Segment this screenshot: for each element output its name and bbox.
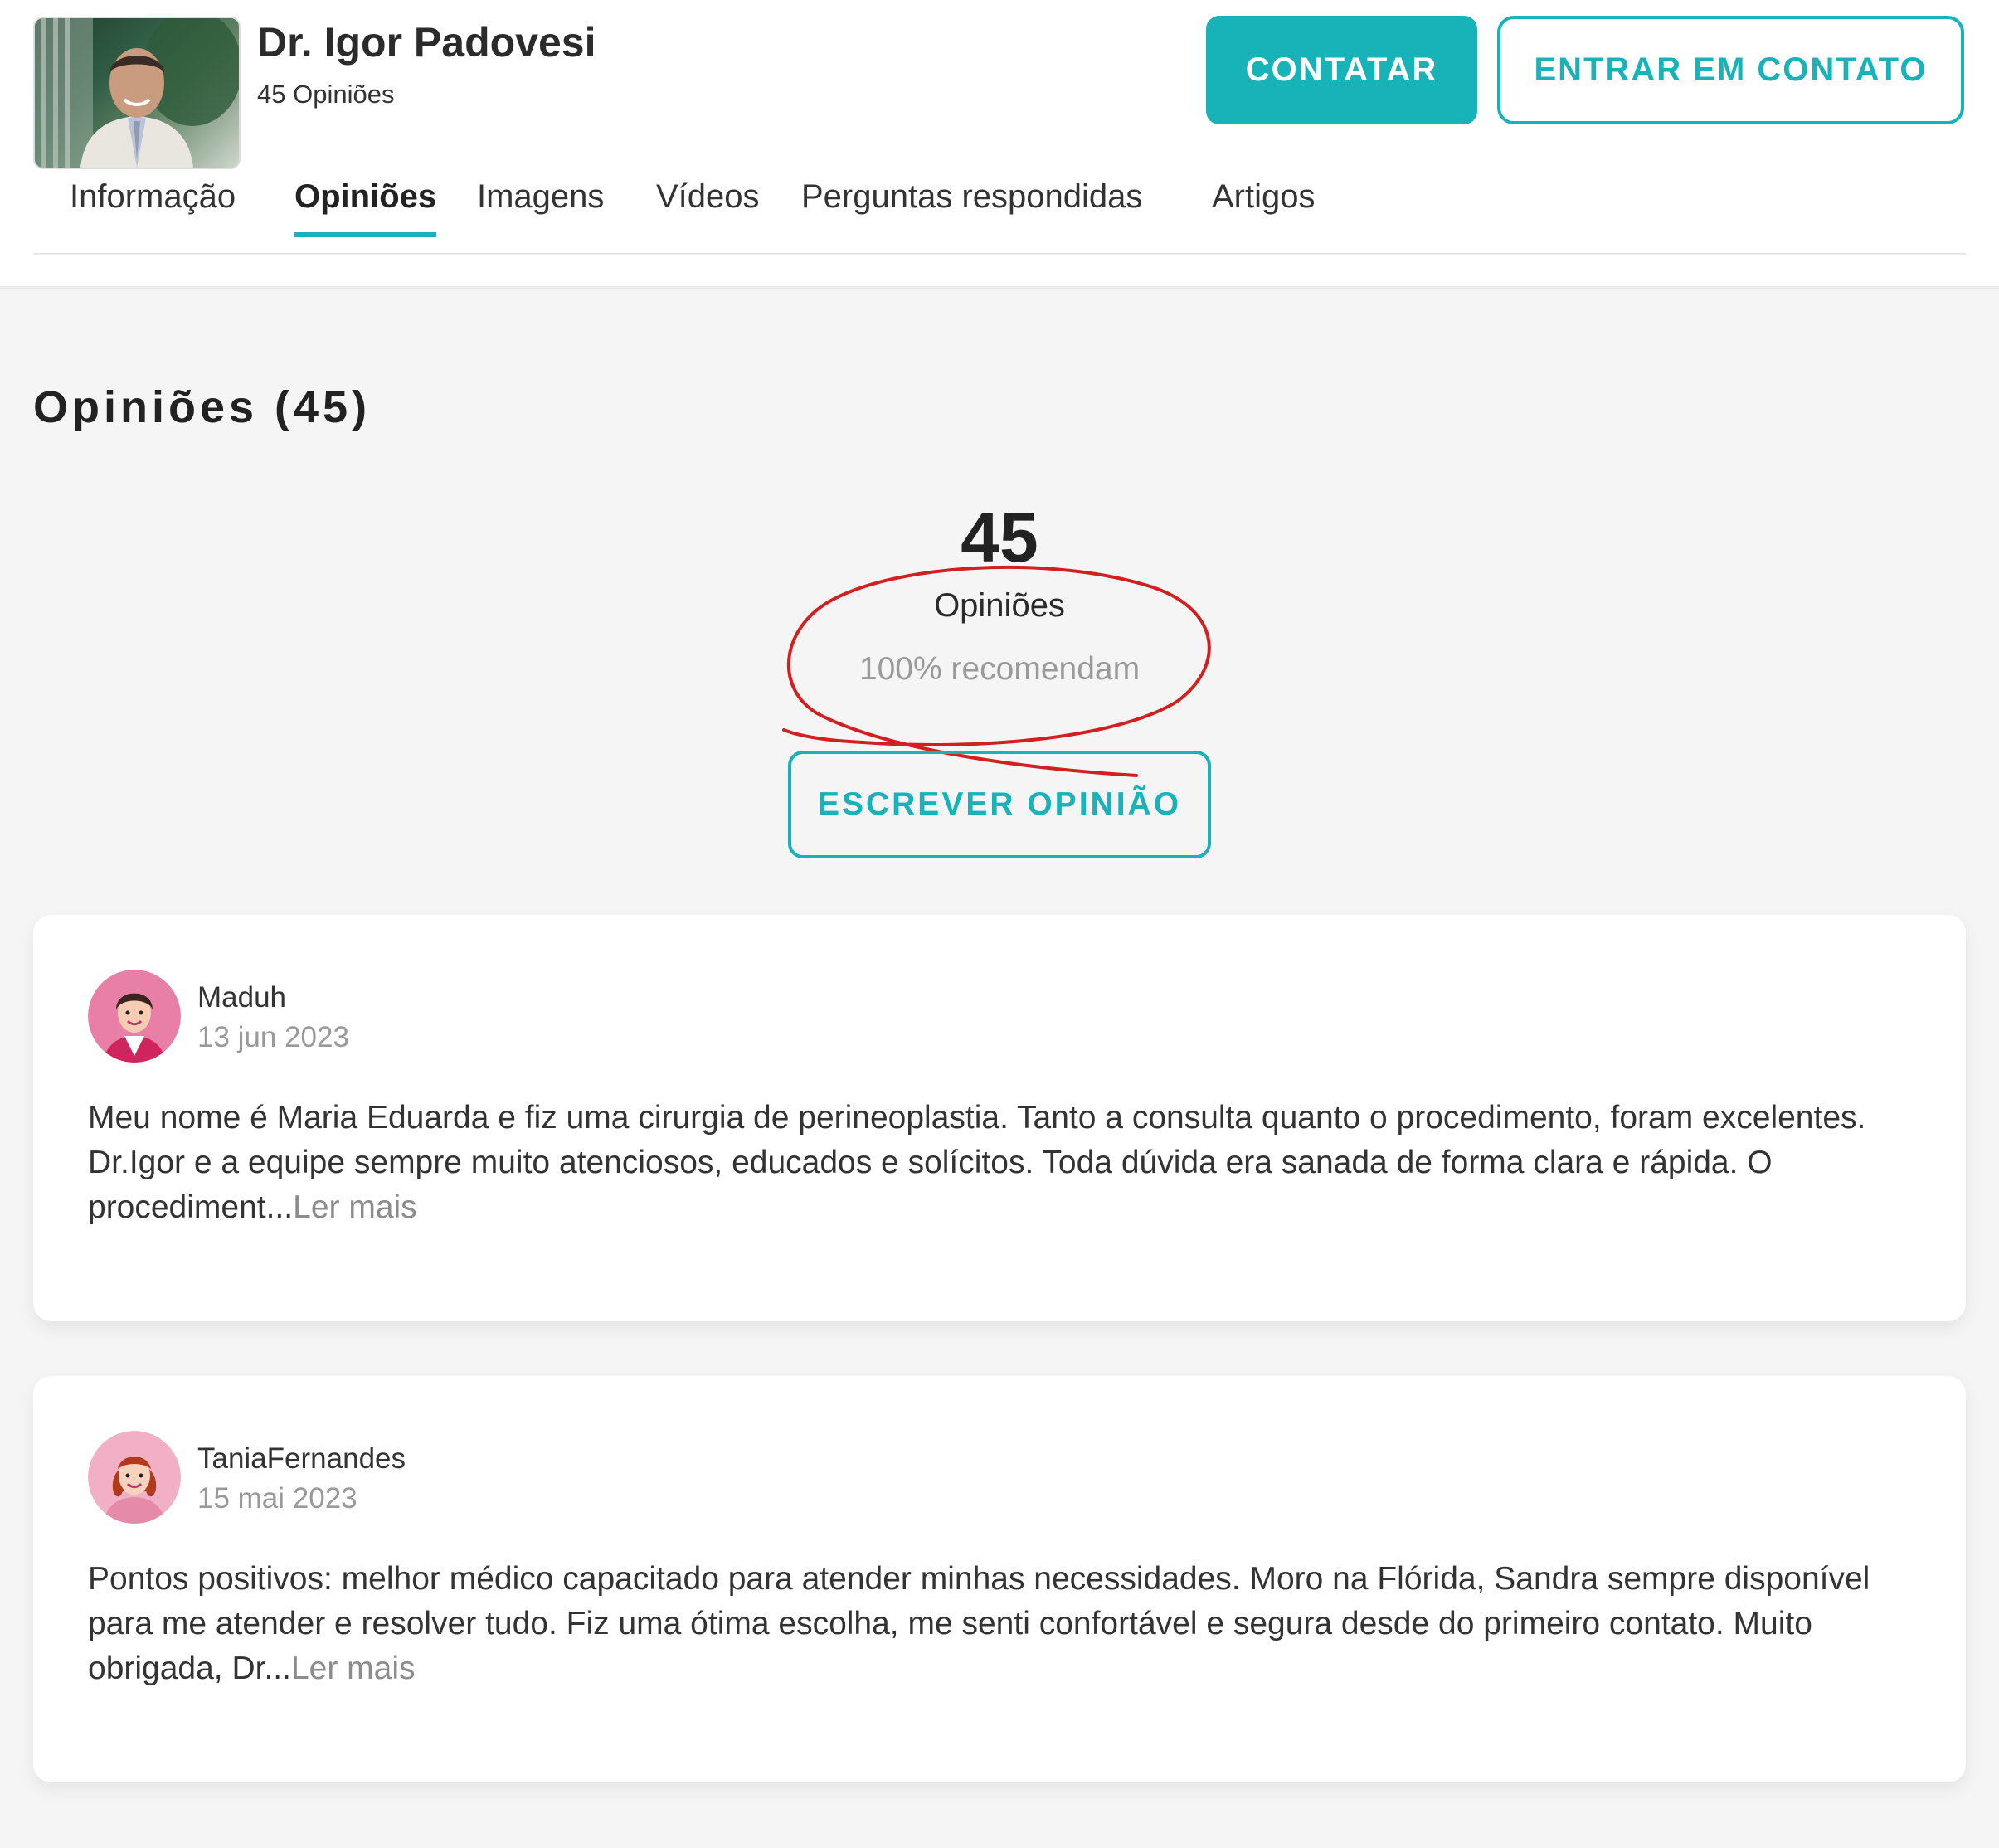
tab-informacao[interactable]: Informação (70, 178, 236, 232)
review-card: TaniaFernandes 15 mai 2023 Pontos positi… (33, 1376, 1966, 1782)
review-date: 13 jun 2023 (197, 1021, 349, 1053)
review-card: Maduh 13 jun 2023 Meu nome é Maria Eduar… (33, 915, 1966, 1321)
review-author: Maduh (197, 981, 287, 1014)
review-date: 15 mai 2023 (197, 1482, 357, 1515)
contact-button[interactable]: CONTATAR (1206, 16, 1477, 124)
tab-videos[interactable]: Vídeos (656, 178, 760, 232)
doctor-photo[interactable] (33, 17, 241, 169)
profile-tabs: Informação Opiniões Imagens Vídeos Pergu… (33, 178, 1966, 255)
profile-header: Dr. Igor Padovesi 45 Opiniões CONTATAR E… (0, 0, 1999, 289)
recommend-percentage: 100% recomendam (858, 651, 1141, 687)
doctor-review-count[interactable]: 45 Opiniões (257, 80, 394, 109)
summary-count: 45 (961, 498, 1038, 576)
review-text-block: Meu nome é Maria Eduarda e fiz uma cirur… (88, 1096, 1913, 1230)
tab-perguntas-respondidas[interactable]: Perguntas respondidas (801, 178, 1142, 232)
get-in-touch-button[interactable]: ENTRAR EM CONTATO (1497, 16, 1964, 124)
review-author: TaniaFernandes (197, 1442, 406, 1475)
write-review-button[interactable]: ESCREVER OPINIÃO (788, 751, 1211, 858)
doctor-name: Dr. Igor Padovesi (257, 19, 596, 66)
user-avatar (88, 970, 181, 1063)
user-avatar-illustration (88, 1431, 181, 1524)
read-more-link[interactable]: Ler mais (291, 1651, 416, 1686)
summary-label: Opiniões (934, 587, 1065, 624)
user-avatar (88, 1431, 181, 1524)
section-title: Opiniões (45) (33, 382, 372, 432)
read-more-link[interactable]: Ler mais (293, 1189, 417, 1225)
tab-imagens[interactable]: Imagens (477, 178, 604, 232)
tab-opinioes[interactable]: Opiniões (294, 178, 437, 237)
user-avatar-illustration (88, 970, 181, 1063)
doctor-photo-illustration (35, 18, 239, 168)
review-text-block: Pontos positivos: melhor médico capacita… (88, 1557, 1913, 1691)
tab-artigos[interactable]: Artigos (1212, 178, 1316, 232)
